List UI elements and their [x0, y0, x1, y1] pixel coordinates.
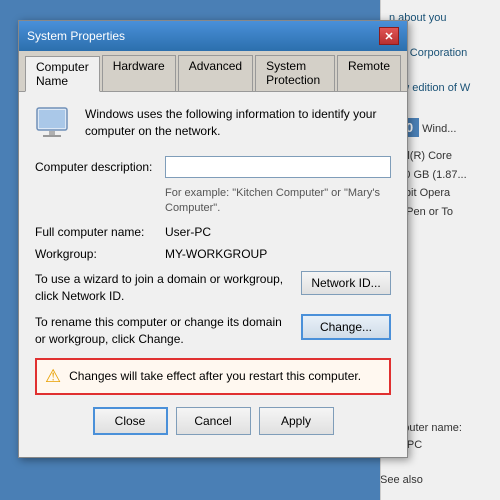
- bg-see-also: See also: [380, 472, 492, 490]
- change-row: To rename this computer or change its do…: [35, 314, 391, 348]
- computer-icon: [35, 106, 75, 142]
- network-id-row: To use a wizard to join a domain or work…: [35, 271, 391, 305]
- workgroup-label: Workgroup:: [35, 247, 165, 261]
- full-computer-name-value: User-PC: [165, 225, 211, 239]
- bg-badge-sub: Wind...: [422, 123, 456, 135]
- tab-hardware[interactable]: Hardware: [102, 55, 176, 91]
- computer-description-input[interactable]: [165, 156, 391, 178]
- title-bar: System Properties ✕: [19, 21, 407, 51]
- warning-text: Changes will take effect after you resta…: [69, 369, 361, 383]
- cancel-button[interactable]: Cancel: [176, 407, 251, 435]
- bottom-buttons: Close Cancel Apply: [35, 407, 391, 443]
- tab-bar: Computer Name Hardware Advanced System P…: [19, 51, 407, 92]
- network-id-button[interactable]: Network ID...: [301, 271, 391, 295]
- close-button[interactable]: ✕: [379, 27, 399, 45]
- warning-icon: ⚠: [45, 366, 61, 387]
- full-computer-name-label: Full computer name:: [35, 225, 165, 239]
- close-dialog-button[interactable]: Close: [93, 407, 168, 435]
- workgroup-value: MY-WORKGROUP: [165, 247, 267, 261]
- warning-box: ⚠ Changes will take effect after you res…: [35, 358, 391, 395]
- tab-advanced[interactable]: Advanced: [178, 55, 253, 91]
- dialog-content: Windows uses the following information t…: [19, 92, 407, 457]
- network-id-text: To use a wizard to join a domain or work…: [35, 271, 293, 305]
- title-bar-controls: ✕: [379, 27, 399, 45]
- tab-computer-name[interactable]: Computer Name: [25, 56, 100, 92]
- tab-remote[interactable]: Remote: [337, 55, 401, 91]
- workgroup-row: Workgroup: MY-WORKGROUP: [35, 247, 391, 261]
- dialog-title: System Properties: [27, 29, 125, 43]
- example-text: For example: "Kitchen Computer" or "Mary…: [165, 186, 391, 217]
- full-computer-name-row: Full computer name: User-PC: [35, 225, 391, 239]
- change-button[interactable]: Change...: [301, 314, 391, 340]
- computer-description-row: Computer description:: [35, 156, 391, 178]
- info-text: Windows uses the following information t…: [85, 106, 391, 140]
- change-text: To rename this computer or change its do…: [35, 314, 293, 348]
- system-properties-dialog: System Properties ✕ Computer Name Hardwa…: [18, 20, 408, 458]
- apply-button[interactable]: Apply: [259, 407, 334, 435]
- info-box: Windows uses the following information t…: [35, 106, 391, 142]
- tab-system-protection[interactable]: System Protection: [255, 55, 335, 91]
- computer-description-label: Computer description:: [35, 160, 165, 174]
